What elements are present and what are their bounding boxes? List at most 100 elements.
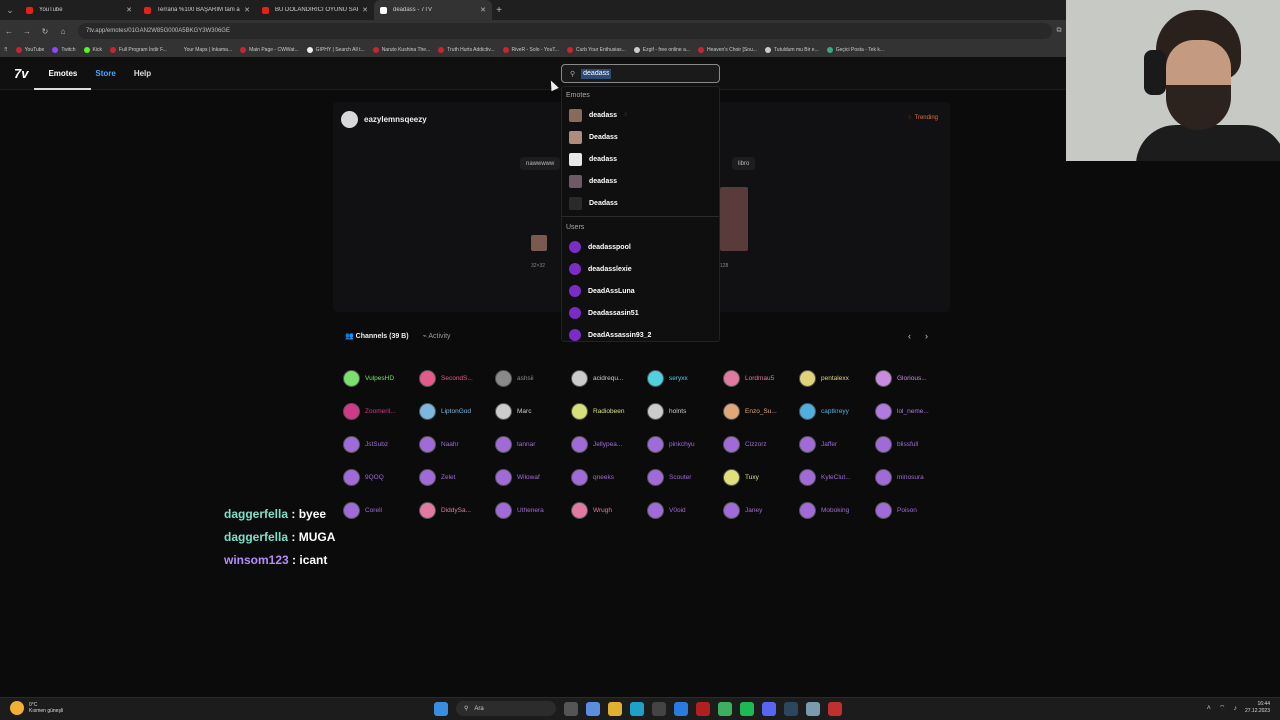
channel-item[interactable]: pentalexx bbox=[799, 362, 875, 395]
bookmark[interactable]: Kick bbox=[83, 46, 102, 53]
channel-item[interactable]: Zelet bbox=[419, 461, 495, 494]
channel-item[interactable]: 9QOQ bbox=[343, 461, 419, 494]
translate-icon[interactable]: ⧉ bbox=[1052, 27, 1066, 35]
channel-item[interactable]: Wilowaf bbox=[495, 461, 571, 494]
channel-item[interactable]: holnts bbox=[647, 395, 723, 428]
channel-item[interactable]: seryxx bbox=[647, 362, 723, 395]
channel-item[interactable]: Zoomeril... bbox=[343, 395, 419, 428]
channel-item[interactable]: Radiobeen bbox=[571, 395, 647, 428]
7tv-logo[interactable]: 7v bbox=[14, 66, 28, 81]
edge-icon[interactable] bbox=[630, 701, 644, 716]
bookmark[interactable]: Naruto Kushina The... bbox=[372, 46, 430, 53]
channel-item[interactable]: Moboking bbox=[799, 494, 875, 527]
channel-item[interactable]: ashsii bbox=[495, 362, 571, 395]
user-result[interactable]: deadasslexie bbox=[562, 258, 719, 280]
channel-item[interactable]: blissfull bbox=[875, 428, 951, 461]
emote-result[interactable]: deadass bbox=[562, 170, 719, 192]
channel-item[interactable]: Tuxy bbox=[723, 461, 799, 494]
channel-item[interactable]: KyleClut... bbox=[799, 461, 875, 494]
bookmark[interactable]: Heaven's Choir [Sou... bbox=[698, 46, 757, 53]
close-tab-icon[interactable]: ✕ bbox=[126, 6, 132, 14]
task-view-icon[interactable] bbox=[564, 701, 578, 716]
emote-result[interactable]: deadass ◌ bbox=[562, 104, 719, 126]
taskbar-search[interactable]: ⚲ Ara bbox=[456, 701, 556, 716]
bookmark[interactable]: Main Page - CWWat... bbox=[240, 46, 299, 53]
emote-result[interactable]: Deadass bbox=[562, 126, 719, 148]
channel-item[interactable]: Lordmau5 bbox=[723, 362, 799, 395]
url-field[interactable]: 7tv.app/emotes/01GAN2W85G000A5BKGY3W306G… bbox=[78, 23, 1052, 39]
channel-item[interactable]: qneeks bbox=[571, 461, 647, 494]
store-icon[interactable] bbox=[652, 701, 666, 716]
volume-icon[interactable]: ♪ bbox=[1233, 705, 1237, 712]
mail-icon[interactable] bbox=[674, 701, 688, 716]
bookmark[interactable]: Truth Hurts Addictiv... bbox=[438, 46, 495, 53]
bookmark[interactable]: Ezgif - free online a... bbox=[633, 46, 690, 53]
channel-item[interactable]: LiptonGod bbox=[419, 395, 495, 428]
channel-item[interactable]: Wrugh bbox=[571, 494, 647, 527]
browser-tab[interactable]: YouTube ✕ bbox=[20, 0, 138, 20]
chrome-icon[interactable] bbox=[718, 701, 732, 716]
bookmark[interactable]: Your Maps | Inkama... bbox=[174, 46, 232, 53]
steam-icon[interactable] bbox=[784, 701, 798, 716]
network-icon[interactable]: ⌔ bbox=[1219, 704, 1226, 713]
new-tab-icon[interactable]: + bbox=[492, 5, 506, 16]
browser-tab-active[interactable]: deadass - 7TV ✕ bbox=[374, 0, 492, 20]
channel-item[interactable]: lol_neme... bbox=[875, 395, 951, 428]
user-result[interactable]: deadasspool bbox=[562, 236, 719, 258]
nav-help[interactable]: Help bbox=[134, 57, 151, 90]
nav-emotes[interactable]: Emotes bbox=[34, 57, 92, 90]
emote-owner[interactable]: eazylemnsqeezy bbox=[341, 111, 427, 128]
opera-icon[interactable] bbox=[696, 701, 710, 716]
bookmark[interactable]: Geçici Posta - Tek k... bbox=[826, 46, 884, 53]
tab-search-icon[interactable]: ⌄ bbox=[0, 0, 20, 20]
bookmark[interactable]: GIPHY | Search All t... bbox=[306, 46, 365, 53]
channel-item[interactable]: VulpesHD bbox=[343, 362, 419, 395]
channel-item[interactable]: SecondS... bbox=[419, 362, 495, 395]
channel-item[interactable]: Scouter bbox=[647, 461, 723, 494]
channel-item[interactable]: Janey bbox=[723, 494, 799, 527]
emote-result[interactable]: deadass bbox=[562, 148, 719, 170]
user-result[interactable]: DeadAssassin93_2 bbox=[562, 324, 719, 346]
bookmark[interactable]: Full Program İndir F... bbox=[109, 46, 167, 53]
channel-item[interactable]: Uthenera bbox=[495, 494, 571, 527]
discord-icon[interactable] bbox=[762, 701, 776, 716]
back-icon[interactable]: ← bbox=[0, 27, 18, 36]
channel-item[interactable]: V0oid bbox=[647, 494, 723, 527]
tab-activity[interactable]: ⌁ Activity bbox=[423, 332, 451, 340]
bookmark[interactable]: Twitch bbox=[52, 46, 76, 53]
close-tab-icon[interactable]: ✕ bbox=[244, 6, 250, 14]
close-tab-icon[interactable]: ✕ bbox=[362, 6, 368, 14]
windows-start-icon[interactable] bbox=[434, 701, 448, 716]
search-input[interactable] bbox=[581, 68, 612, 79]
channel-item[interactable]: Jaffer bbox=[799, 428, 875, 461]
bookmark[interactable]: Tutuldum mu Bir e... bbox=[764, 46, 819, 53]
channel-item[interactable]: Naahr bbox=[419, 428, 495, 461]
emote-tag[interactable]: nawwwww bbox=[520, 157, 561, 170]
channel-item[interactable]: JstSubz bbox=[343, 428, 419, 461]
app-icon[interactable] bbox=[806, 701, 820, 716]
channel-item[interactable]: tannar bbox=[495, 428, 571, 461]
chevron-up-icon[interactable]: ˄ bbox=[1207, 705, 1211, 712]
chevron-left-icon[interactable]: ‹ bbox=[908, 331, 911, 341]
file-explorer-icon[interactable] bbox=[608, 701, 622, 716]
bookmark[interactable]: Curb Your Enthusias... bbox=[567, 46, 626, 53]
user-result[interactable]: Deadassasin51 bbox=[562, 302, 719, 324]
apps-icon[interactable]: ⠿ bbox=[4, 47, 8, 53]
search-box[interactable]: ⚲ bbox=[561, 64, 720, 83]
nav-store[interactable]: Store bbox=[95, 57, 115, 90]
tab-channels[interactable]: 👥 Channels (39 B) bbox=[345, 332, 409, 340]
browser-tab[interactable]: BU DOLANDIRICI OYUNU SAKI ✕ bbox=[256, 0, 374, 20]
spotify-icon[interactable] bbox=[740, 701, 754, 716]
channel-item[interactable]: Corell bbox=[343, 494, 419, 527]
channel-item[interactable]: minosura bbox=[875, 461, 951, 494]
weather-widget[interactable]: 0°C Kısmen güneşli bbox=[10, 701, 63, 715]
home-icon[interactable]: ⌂ bbox=[54, 27, 72, 36]
browser-tab[interactable]: Terraria %100 BAŞARIM tam ar ✕ bbox=[138, 0, 256, 20]
channel-item[interactable]: Poison bbox=[875, 494, 951, 527]
channel-item[interactable]: pinkchyu bbox=[647, 428, 723, 461]
channel-item[interactable]: Glorious... bbox=[875, 362, 951, 395]
channel-item[interactable]: Jellypea... bbox=[571, 428, 647, 461]
reload-icon[interactable]: ↻ bbox=[36, 27, 54, 36]
channel-item[interactable]: Enzo_Su... bbox=[723, 395, 799, 428]
user-result[interactable]: DeadAssLuna bbox=[562, 280, 719, 302]
